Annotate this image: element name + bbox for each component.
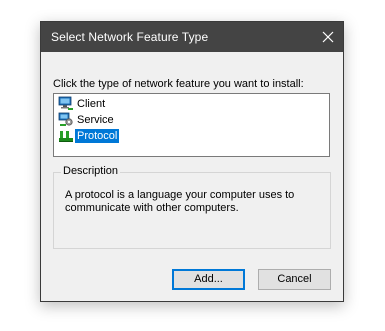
list-item-protocol[interactable]: Protocol (58, 128, 120, 143)
add-button[interactable]: Add... (172, 269, 245, 290)
dialog-title: Select Network Feature Type (51, 30, 209, 44)
list-item-label: Protocol (75, 128, 120, 143)
list-item-client[interactable]: Client (58, 96, 107, 111)
protocol-icon (59, 131, 73, 142)
list-item-label: Service (77, 113, 114, 126)
list-item-label: Client (77, 97, 106, 110)
list-item-service[interactable]: Service (58, 112, 116, 127)
select-network-feature-dialog: Select Network Feature Type Click the ty… (40, 21, 344, 302)
description-title: Description (61, 165, 121, 177)
close-button[interactable] (313, 22, 343, 52)
instruction-label: Click the type of network feature you wa… (53, 78, 304, 90)
description-text: A protocol is a language your computer u… (65, 189, 295, 214)
service-icon (58, 112, 73, 126)
title-bar: Select Network Feature Type (41, 22, 343, 52)
cancel-button[interactable]: Cancel (258, 269, 331, 290)
description-group: Description A protocol is a language you… (53, 165, 331, 249)
close-icon (322, 31, 334, 43)
feature-type-list[interactable]: Client Service Protocol (53, 93, 330, 157)
client-icon (58, 96, 73, 110)
